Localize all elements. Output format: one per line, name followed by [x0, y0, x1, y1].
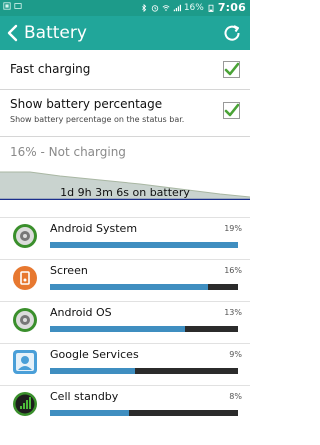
app-percent: 16%: [224, 266, 242, 275]
charging-status: 16% - Not charging: [10, 145, 126, 159]
page-title[interactable]: Battery: [24, 23, 87, 43]
app-usage-row[interactable]: Android OS 13%: [0, 301, 250, 337]
action-bar: Battery: [0, 16, 250, 50]
usage-bar-fill: [50, 284, 208, 290]
battery-icon: [208, 4, 214, 12]
app-usage-row[interactable]: Cell standby 8%: [0, 385, 250, 421]
time-on-battery: 1d 9h 3m 6s on battery: [60, 186, 190, 199]
usage-bar-fill: [50, 326, 186, 332]
checkmark-icon: [224, 103, 240, 117]
back-chevron-icon[interactable]: [4, 22, 22, 44]
show-battery-percentage-checkbox[interactable]: [223, 102, 240, 119]
notification-icon: [14, 3, 22, 9]
app-name: Android System: [50, 222, 138, 235]
clock: 7:06: [217, 1, 246, 14]
app-usage-row[interactable]: Android System 19%: [0, 217, 250, 253]
app-name: Google Services: [50, 348, 139, 361]
app-percent: 9%: [229, 350, 242, 359]
show-battery-percentage-row[interactable]: Show battery percentage Show battery per…: [0, 90, 250, 137]
app-percent: 8%: [229, 392, 242, 401]
usage-bar-fill: [50, 242, 238, 248]
alarm-icon: [151, 4, 159, 12]
usage-bar: [50, 242, 238, 248]
app-percent: 19%: [224, 224, 242, 233]
refresh-icon[interactable]: [222, 23, 242, 43]
usage-bar: [50, 368, 238, 374]
fast-charging-label: Fast charging: [10, 62, 91, 76]
status-bar: 16% 7:06: [0, 0, 250, 16]
screen-icon: [13, 266, 37, 290]
app-name: Cell standby: [50, 390, 119, 403]
bluetooth-icon: [141, 3, 146, 12]
app-name: Screen: [50, 264, 88, 277]
battery-percent: 16%: [183, 2, 204, 13]
signal-icon: [173, 4, 181, 11]
show-battery-percentage-label: Show battery percentage: [10, 97, 163, 111]
usage-bar-fill: [50, 410, 129, 416]
android-os-icon: [13, 308, 37, 332]
screenshot-icon: [3, 2, 11, 10]
show-battery-percentage-description: Show battery percentage on the status ba…: [10, 115, 185, 124]
google-services-icon: [13, 350, 37, 374]
app-usage-row[interactable]: Google Services 9%: [0, 343, 250, 379]
app-name: Android OS: [50, 306, 112, 319]
fast-charging-checkbox[interactable]: [223, 61, 240, 78]
usage-bar: [50, 284, 238, 290]
usage-bar: [50, 326, 238, 332]
checkmark-icon: [224, 62, 240, 76]
cell-standby-icon: [13, 392, 37, 416]
status-bar-left-icons: [3, 2, 22, 10]
app-percent: 13%: [224, 308, 242, 317]
usage-bar: [50, 410, 238, 416]
app-usage-row[interactable]: Screen 16%: [0, 259, 250, 295]
fast-charging-row[interactable]: Fast charging: [0, 50, 250, 90]
android-system-icon: [13, 224, 37, 248]
status-bar-right-icons: 16% 7:06: [140, 1, 246, 14]
usage-bar-fill: [50, 368, 135, 374]
wifi-icon: [162, 4, 170, 11]
